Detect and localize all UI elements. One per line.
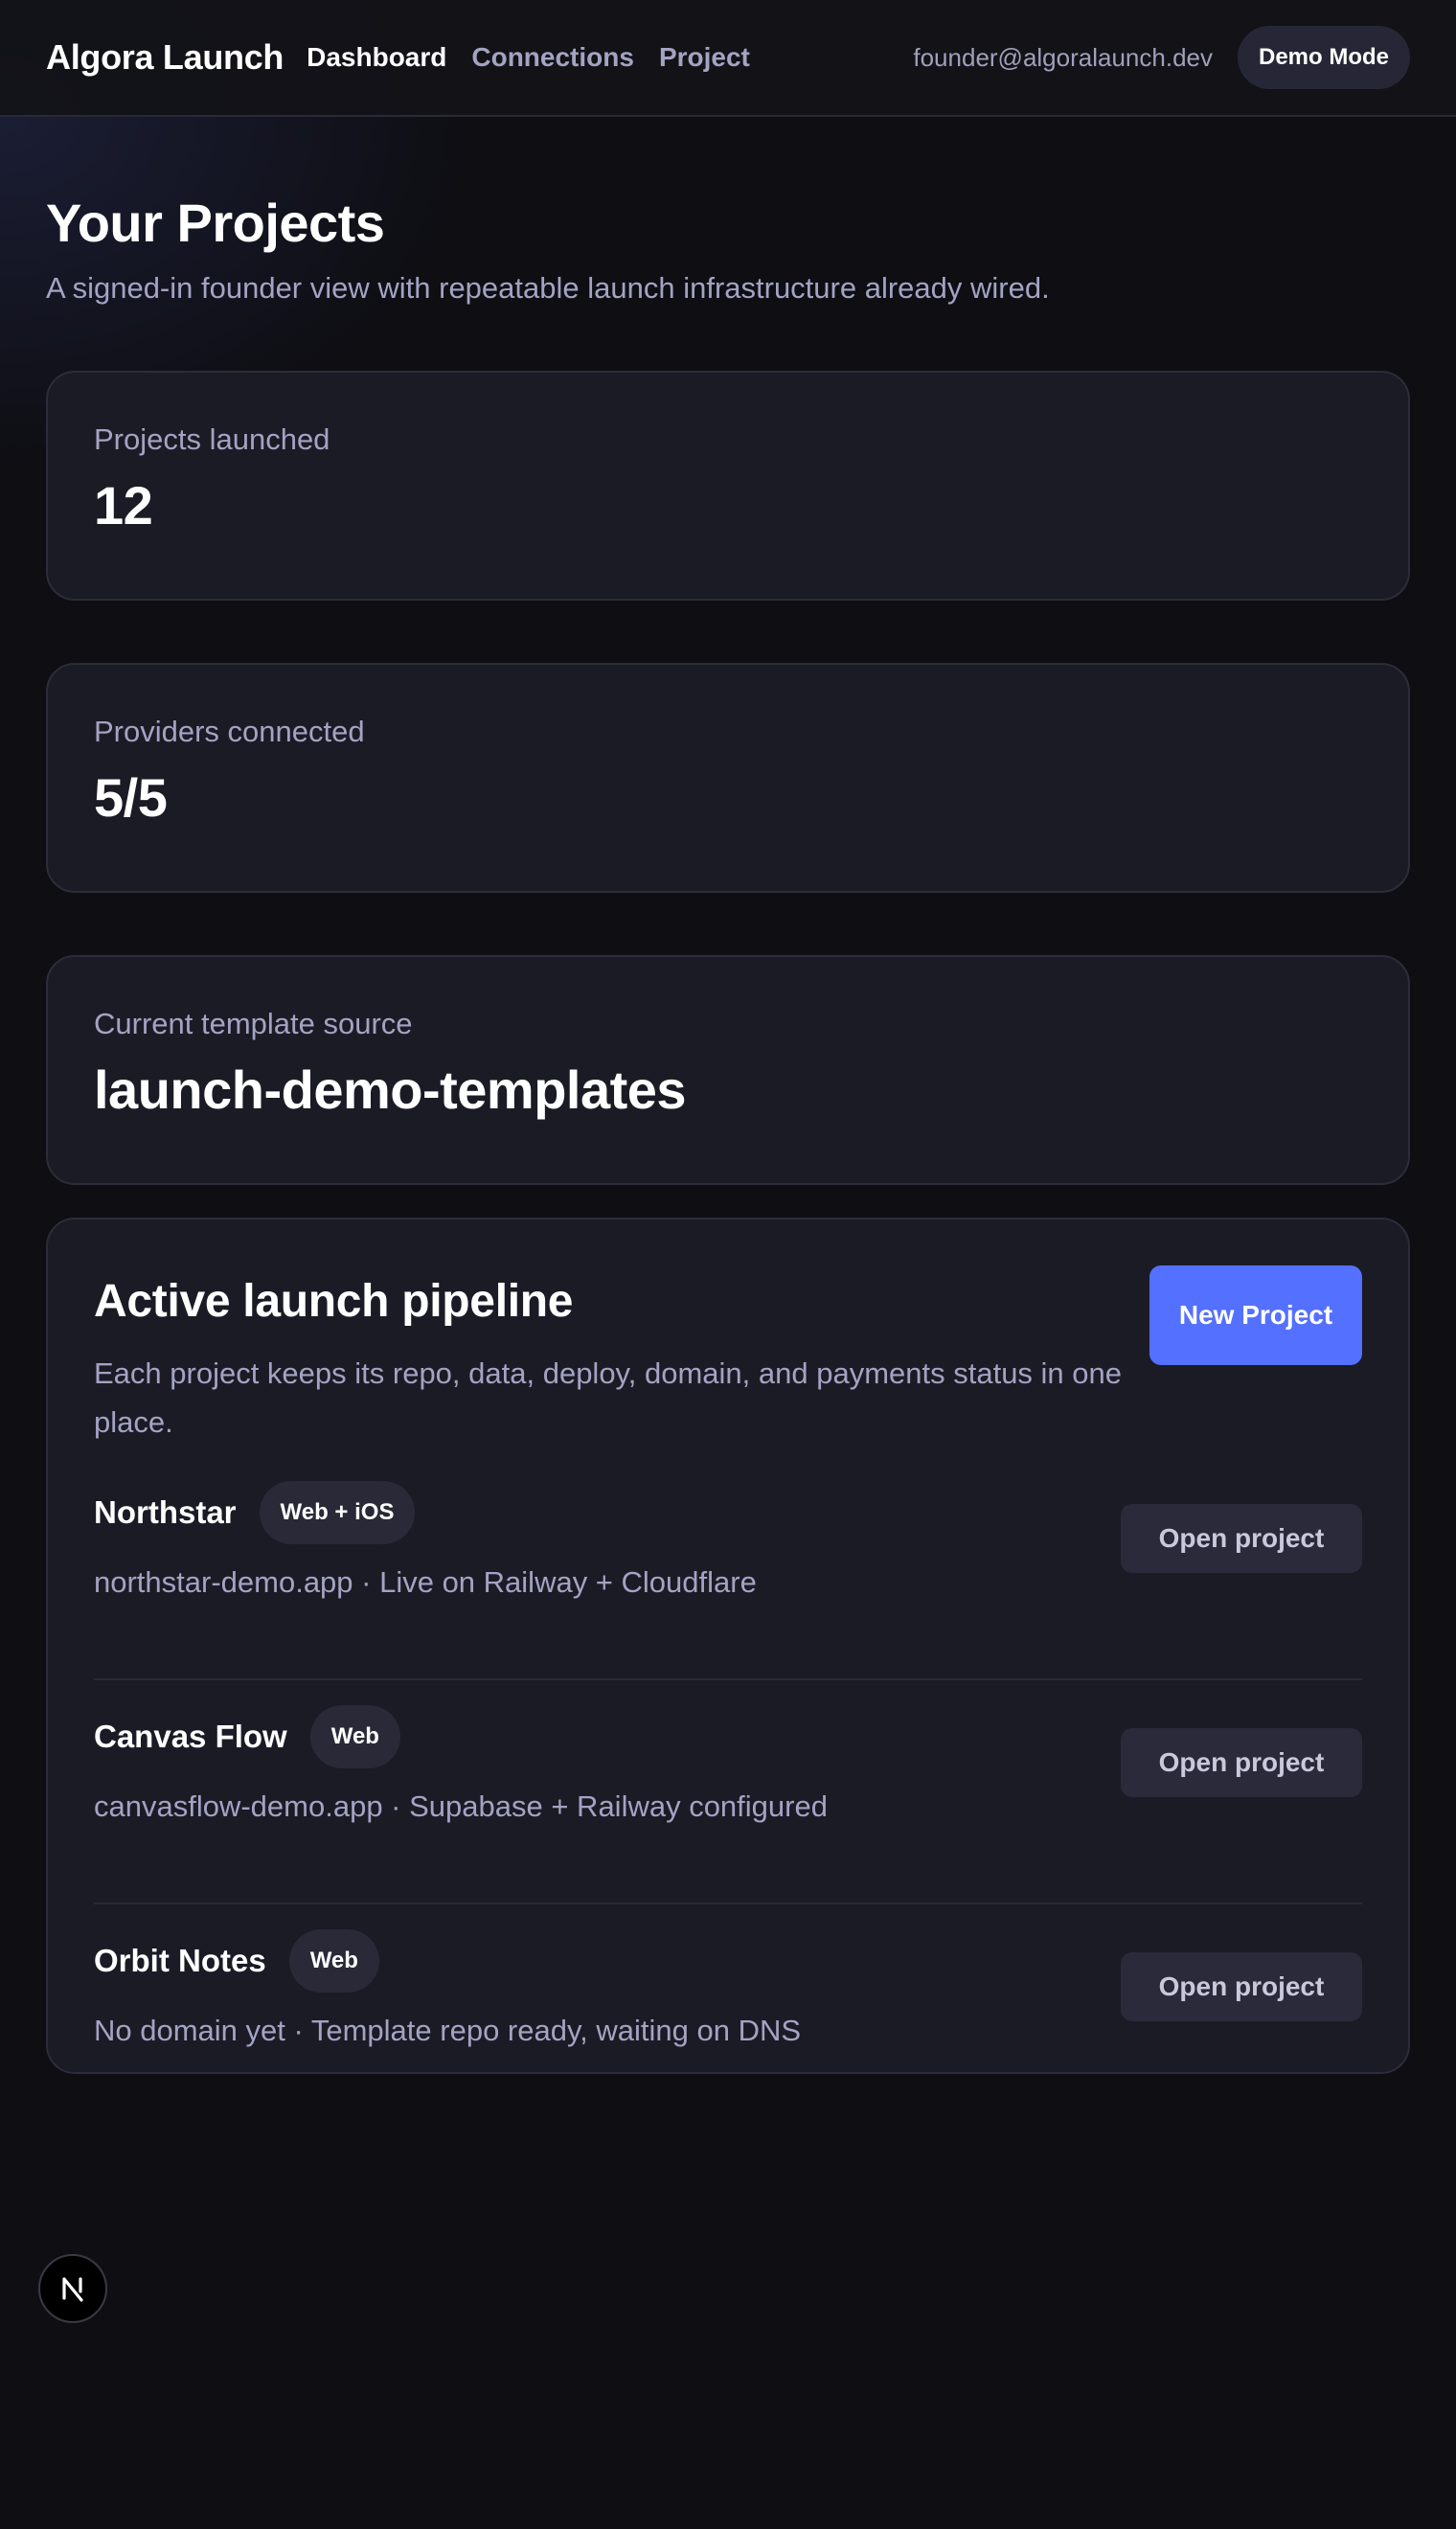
pipeline-description: Each project keeps its repo, data, deplo…: [94, 1356, 1123, 1439]
nextjs-logo-icon[interactable]: [38, 2254, 107, 2323]
stat-value: 5/5: [94, 767, 168, 828]
stat-label: Providers connected: [94, 715, 365, 748]
n-logo-glyph-icon: [62, 2277, 83, 2302]
project-meta: northstar-demo.app · Live on Railway + C…: [94, 1565, 757, 1599]
platform-badge: Web + iOS: [259, 1481, 416, 1544]
nav-link-dashboard[interactable]: Dashboard: [307, 42, 446, 73]
project-name: Orbit Notes: [94, 1943, 266, 1978]
brand-logo-text[interactable]: Algora Launch: [46, 37, 284, 78]
project-row-orbit-notes: Orbit Notes Web No domain yet · Template…: [94, 1929, 1362, 2129]
pipeline-title: Active launch pipeline: [94, 1276, 574, 1327]
new-project-button[interactable]: New Project: [1149, 1265, 1362, 1365]
nav-link-project[interactable]: Project: [659, 42, 750, 73]
project-name: Northstar: [94, 1494, 237, 1530]
project-row-northstar: Northstar Web + iOS northstar-demo.app ·…: [94, 1481, 1362, 1680]
open-project-button[interactable]: Open project: [1121, 1504, 1362, 1573]
open-project-button[interactable]: Open project: [1121, 1952, 1362, 2021]
project-meta: No domain yet · Template repo ready, wai…: [94, 2014, 802, 2047]
nav-link-connections[interactable]: Connections: [471, 42, 634, 73]
stat-value: launch-demo-templates: [94, 1059, 687, 1120]
main-content: Your Projects A signed-in founder view w…: [46, 117, 1410, 2074]
user-email: founder@algoralaunch.dev: [913, 42, 1213, 72]
pipeline-header: Active launch pipeline Each project keep…: [94, 1265, 1362, 1447]
project-list: Northstar Web + iOS northstar-demo.app ·…: [94, 1481, 1362, 2129]
top-navigation-bar: Algora Launch Dashboard Connections Proj…: [0, 0, 1456, 117]
open-project-button[interactable]: Open project: [1121, 1728, 1362, 1797]
project-name: Canvas Flow: [94, 1719, 287, 1754]
stat-card-projects-launched: Projects launched 12: [46, 371, 1410, 601]
stat-label: Current template source: [94, 1007, 413, 1040]
demo-mode-button[interactable]: Demo Mode: [1237, 26, 1410, 89]
stat-label: Projects launched: [94, 422, 330, 456]
launch-pipeline-card: Active launch pipeline Each project keep…: [46, 1218, 1410, 2074]
page-subtitle: A signed-in founder view with repeatable…: [46, 271, 1050, 305]
stat-card-providers-connected: Providers connected 5/5: [46, 663, 1410, 893]
page-title: Your Projects: [46, 193, 385, 253]
project-meta: canvasflow-demo.app · Supabase + Railway…: [94, 1789, 828, 1823]
project-row-canvas-flow: Canvas Flow Web canvasflow-demo.app · Su…: [94, 1705, 1362, 1904]
stat-value: 12: [94, 475, 153, 535]
main-nav: Dashboard Connections Project: [307, 42, 750, 73]
platform-badge: Web: [309, 1705, 400, 1768]
stat-card-template-source: Current template source launch-demo-temp…: [46, 955, 1410, 1185]
platform-badge: Web: [288, 1929, 379, 1993]
